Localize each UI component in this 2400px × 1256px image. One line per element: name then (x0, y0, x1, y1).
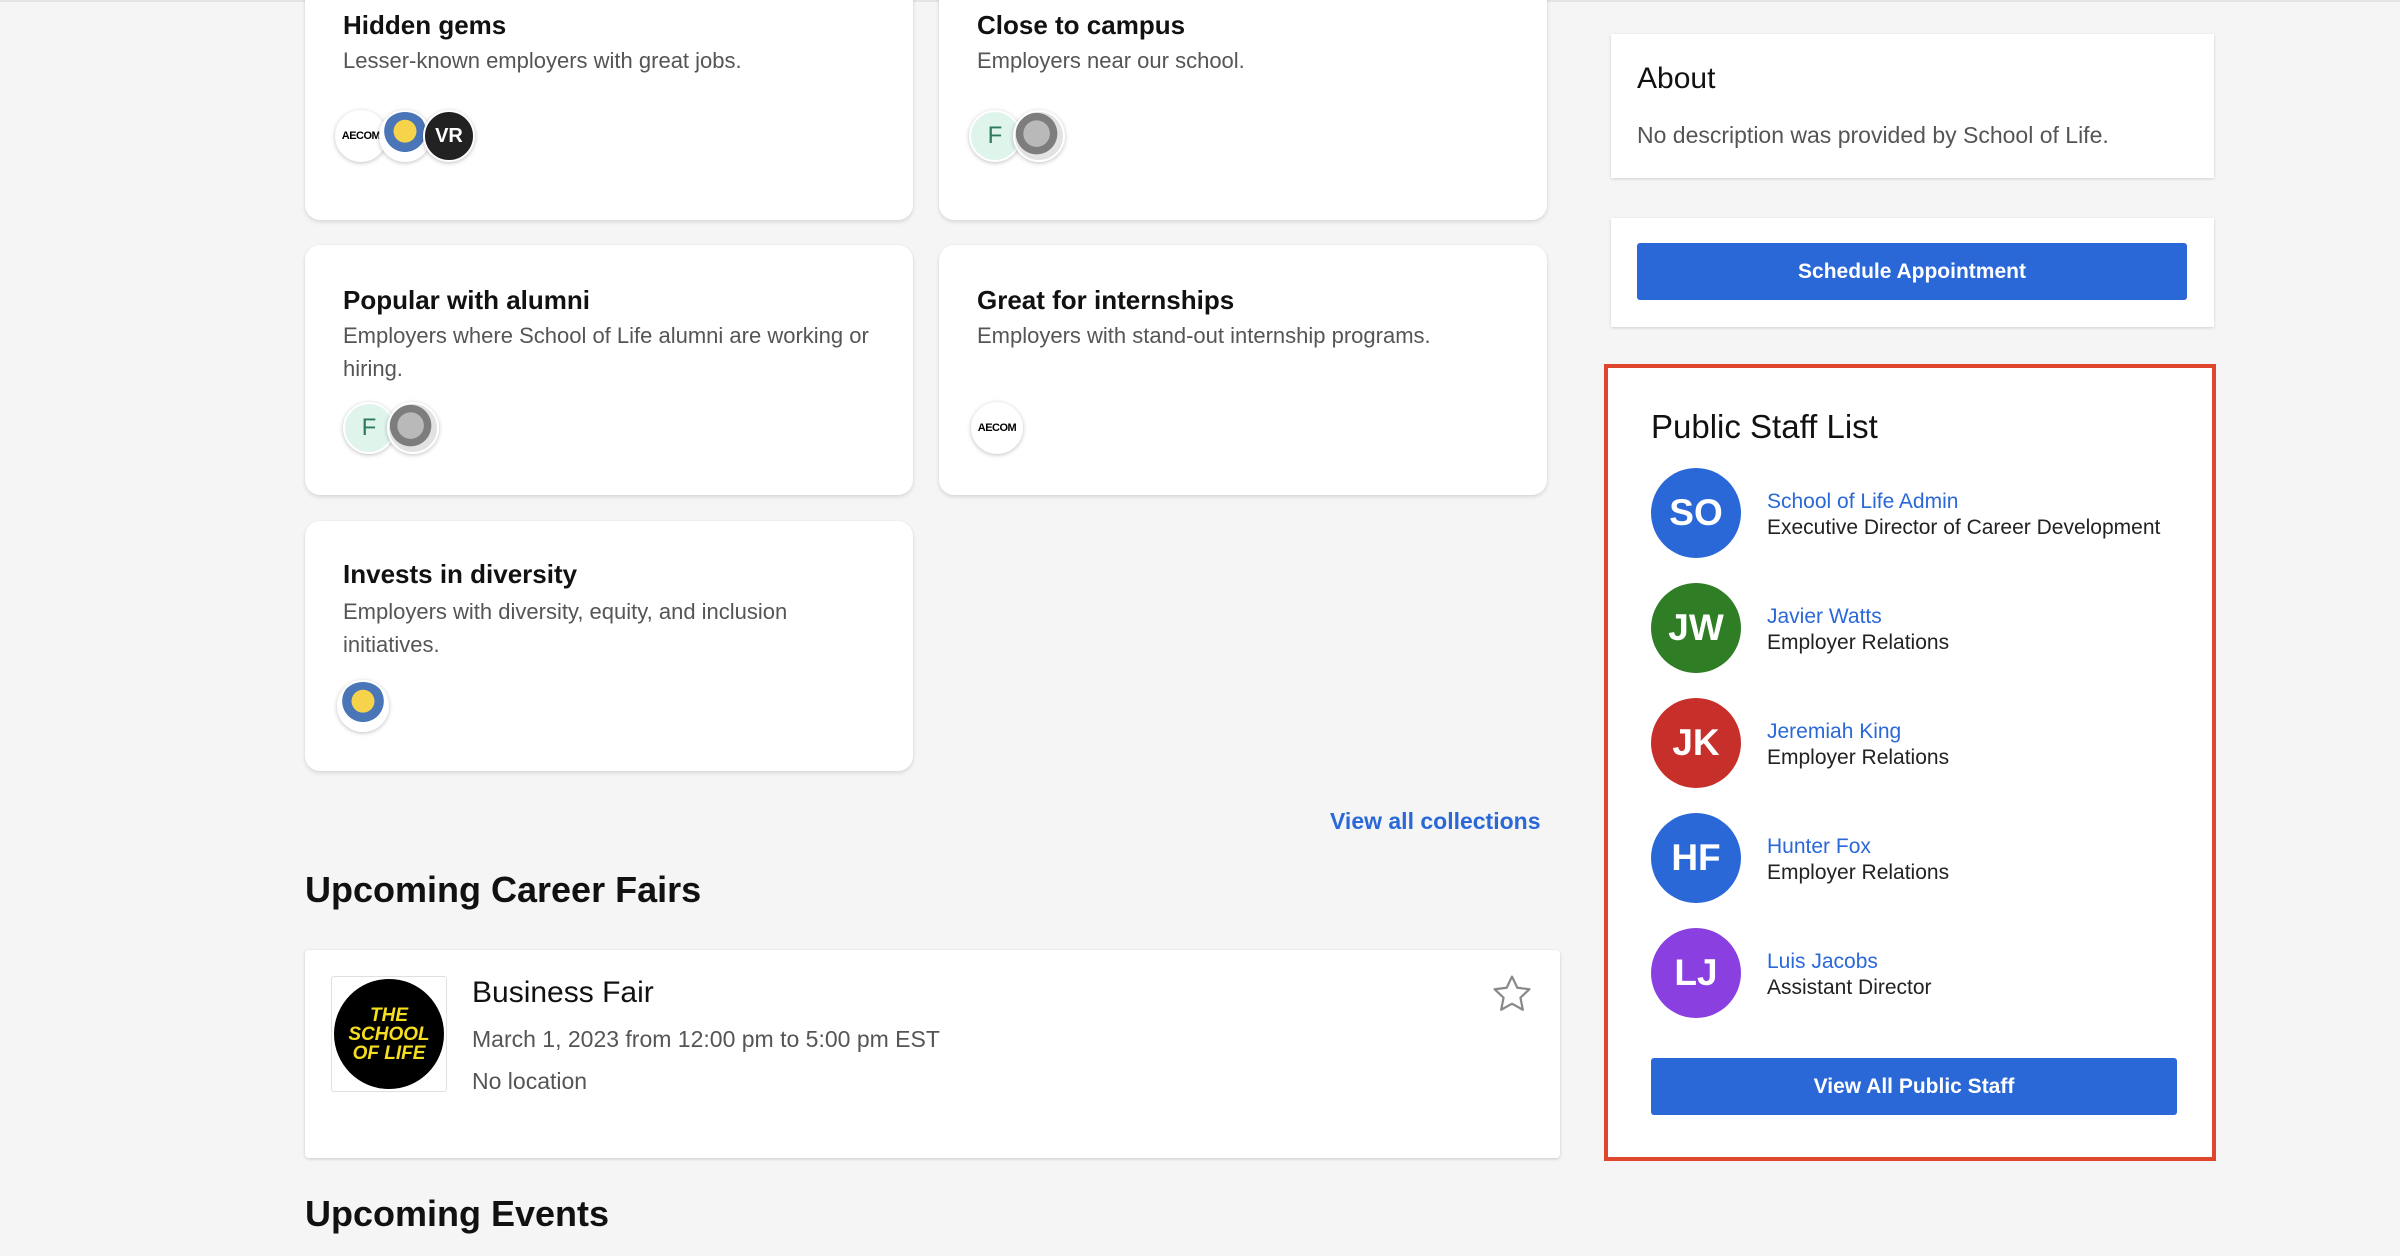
fair-title[interactable]: Business Fair (472, 976, 654, 1010)
staff-name-link[interactable]: Hunter Fox (1767, 835, 1871, 859)
collection-description: Employers near our school. (977, 48, 1245, 73)
schedule-panel: Schedule Appointment (1611, 218, 2214, 327)
view-all-collections-link[interactable]: View all collections (1330, 808, 1541, 835)
avatar: HF (1651, 813, 1741, 903)
collection-card-invests-in-diversity[interactable]: Invests in diversity Employers with dive… (305, 521, 913, 771)
collection-description: Employers with diversity, equity, and in… (343, 599, 788, 657)
logo-line: SCHOOL (348, 1023, 430, 1045)
staff-role: Employer Relations (1767, 746, 1950, 769)
logo-line: THE (370, 1004, 408, 1026)
staff-member: JK Jeremiah King Employer Relations (1651, 698, 2191, 788)
collection-description: Employers with stand-out internship prog… (977, 323, 1431, 348)
star-icon[interactable] (1490, 972, 1534, 1016)
view-all-public-staff-button[interactable]: View All Public Staff (1651, 1058, 2177, 1115)
avatar: LJ (1651, 928, 1741, 1018)
staff-name-link[interactable]: School of Life Admin (1767, 490, 1958, 514)
career-fairs-heading: Upcoming Career Fairs (305, 869, 702, 910)
collection-title: Invests in diversity (343, 559, 578, 589)
employer-logos: F (969, 110, 1065, 162)
logo-line: OF LIFE (352, 1042, 426, 1064)
fair-date: March 1, 2023 from 12:00 pm to 5:00 pm E… (472, 1026, 940, 1052)
collection-card-popular-with-alumni[interactable]: Popular with alumni Employers where Scho… (305, 245, 913, 495)
staff-role: Employer Relations (1767, 861, 1950, 884)
fair-location: No location (472, 1068, 588, 1094)
fair-logo-box: THE SCHOOL OF LIFE (331, 976, 447, 1092)
about-title: About (1637, 62, 1716, 95)
collection-description: Employers where School of Life alumni ar… (343, 323, 869, 381)
vr-logo[interactable]: VR (423, 110, 475, 162)
employer-logos: F (343, 402, 439, 454)
minion-logo[interactable] (337, 680, 389, 732)
career-fair-card[interactable]: THE SCHOOL OF LIFE Business Fair March 1… (305, 950, 1560, 1158)
staff-role: Assistant Director (1767, 976, 1932, 999)
about-description: No description was provided by School of… (1637, 122, 2109, 148)
employer-logos: AECOM (971, 402, 1023, 454)
staff-list-title: Public Staff List (1651, 408, 1878, 445)
about-panel: About No description was provided by Sch… (1611, 34, 2214, 178)
staff-role: Executive Director of Career Development (1767, 516, 2161, 539)
schedule-appointment-button[interactable]: Schedule Appointment (1637, 243, 2187, 300)
collection-title: Hidden gems (343, 10, 507, 40)
staff-role: Employer Relations (1767, 631, 1950, 654)
aecom-logo[interactable]: AECOM (971, 402, 1023, 454)
staff-member: LJ Luis Jacobs Assistant Director (1651, 928, 2191, 1018)
public-staff-list-panel: Public Staff List SO School of Life Admi… (1604, 364, 2216, 1161)
collection-title: Close to campus (977, 10, 1186, 40)
staff-name-link[interactable]: Luis Jacobs (1767, 950, 1878, 974)
collection-description: Lesser-known employers with great jobs. (343, 48, 742, 73)
staff-member: HF Hunter Fox Employer Relations (1651, 813, 2191, 903)
collection-card-hidden-gems[interactable]: Hidden gems Lesser-known employers with … (305, 0, 913, 220)
avatar: JK (1651, 698, 1741, 788)
rhino-logo[interactable] (1013, 110, 1065, 162)
collection-title: Popular with alumni (343, 285, 591, 315)
staff-name-link[interactable]: Jeremiah King (1767, 720, 1901, 744)
avatar: SO (1651, 468, 1741, 558)
school-of-life-logo: THE SCHOOL OF LIFE (334, 979, 444, 1089)
employer-logos (337, 680, 389, 732)
staff-name-link[interactable]: Javier Watts (1767, 605, 1882, 629)
staff-member: SO School of Life Admin Executive Direct… (1651, 468, 2191, 558)
rhino-logo[interactable] (387, 402, 439, 454)
collection-title: Great for internships (977, 285, 1235, 315)
collection-card-great-for-internships[interactable]: Great for internships Employers with sta… (939, 245, 1547, 495)
collection-card-close-to-campus[interactable]: Close to campus Employers near our schoo… (939, 0, 1547, 220)
staff-member: JW Javier Watts Employer Relations (1651, 583, 2191, 673)
employer-logos: AECOM VR (335, 110, 475, 162)
upcoming-events-heading: Upcoming Events (305, 1193, 610, 1234)
avatar: JW (1651, 583, 1741, 673)
